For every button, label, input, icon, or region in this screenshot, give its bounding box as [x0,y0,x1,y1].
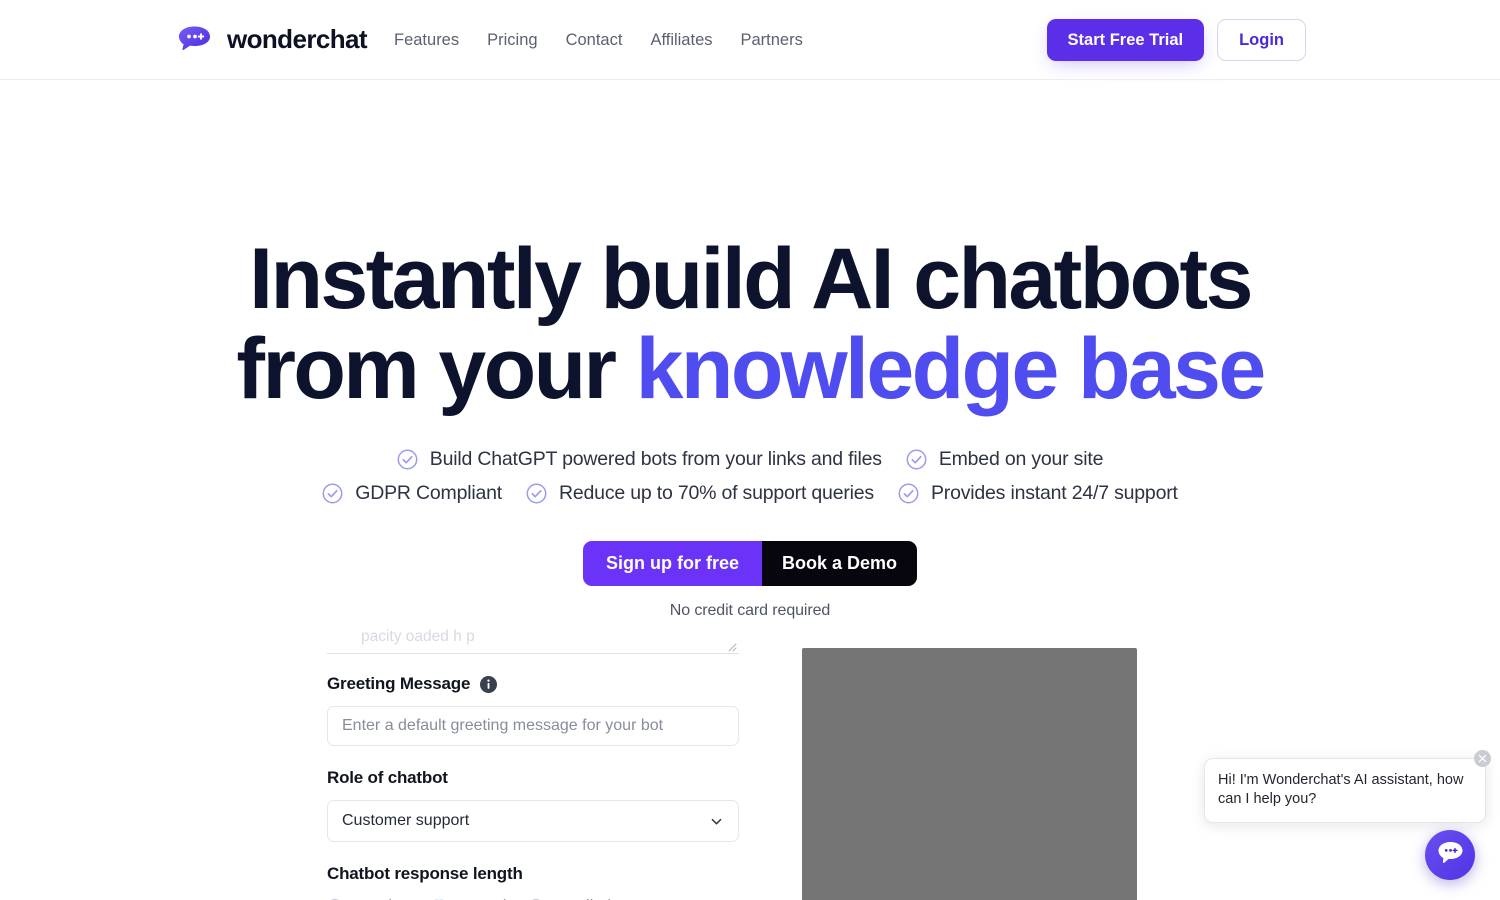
chevron-down-icon [709,814,724,829]
book-demo-button[interactable]: Book a Demo [761,541,918,586]
no-credit-card-note: No credit card required [669,602,831,619]
role-of-chatbot-label: Role of chatbot [327,768,448,787]
benefit-item: Reduce up to 70% of support queries [526,482,874,505]
info-icon[interactable] [480,675,498,693]
benefit-label: Provides instant 24/7 support [930,482,1178,504]
start-free-trial-button[interactable]: Start Free Trial [1046,19,1205,61]
chat-bubble-dots-icon [1437,841,1464,870]
benefit-label: Reduce up to 70% of support queries [559,482,874,504]
benefits-list: Build ChatGPT powered bots from your lin… [0,448,1500,505]
headline-accent: knowledge base [635,321,1267,417]
check-circle-icon [906,449,927,470]
landing-page: wonderchat Features Pricing Contact Affi… [0,0,1500,900]
benefit-label: GDPR Compliant [355,482,502,504]
chat-bubble-dots-icon [176,25,214,54]
response-length-label: Chatbot response length [327,864,523,883]
chat-greeting-text: Hi! I'm Wonderchat's AI assistant, how c… [1218,772,1464,807]
brand-name: wonderchat [227,24,368,54]
preview-panel: pacity oaded h p Greeting Message Enter … [327,626,1142,900]
brand-logo[interactable]: wonderchat [176,24,368,55]
nav-item-partners[interactable]: Partners [741,29,803,51]
check-circle-icon [898,483,919,504]
description-textarea[interactable]: pacity oaded h p [327,626,739,654]
greeting-message-label: Greeting Message [327,674,777,694]
nav-item-affiliates[interactable]: Affiliates [650,29,740,51]
chat-greeting-tooltip: Hi! I'm Wonderchat's AI assistant, how c… [1204,750,1491,823]
greeting-message-input[interactable]: Enter a default greeting message for you… [327,706,739,746]
hero-cta-group: Sign up for free Book a Demo [0,541,1500,586]
nav-item-features[interactable]: Features [394,29,487,51]
nav-item-contact[interactable]: Contact [566,29,651,51]
check-circle-icon [322,483,343,504]
check-circle-icon [397,449,418,470]
preview-media-placeholder [802,648,1137,900]
benefit-item: Provides instant 24/7 support [898,482,1178,505]
resize-handle-icon[interactable] [726,639,737,652]
header-actions: Start Free Trial Login [1046,19,1306,61]
textarea-ghost-text: pacity oaded h p [361,628,475,645]
hero-section: Instantly build AI chatbots from your kn… [0,80,1500,620]
benefit-item: GDPR Compliant [322,482,502,505]
page-title: Instantly build AI chatbots from your kn… [0,234,1500,414]
check-circle-icon [526,483,547,504]
benefit-label: Embed on your site [938,448,1104,470]
greeting-message-label-text: Greeting Message [327,674,471,693]
nav-item-pricing[interactable]: Pricing [487,29,565,51]
benefit-item: Build ChatGPT powered bots from your lin… [397,448,882,471]
role-of-chatbot-select[interactable]: Customer support [327,800,739,842]
chatbot-settings-form: pacity oaded h p Greeting Message Enter … [327,626,777,900]
chat-launcher-button[interactable] [1425,830,1475,880]
benefit-row: Build ChatGPT powered bots from your lin… [397,448,1103,471]
benefit-label: Build ChatGPT powered bots from your lin… [429,448,882,470]
main-navigation: Features Pricing Contact Affiliates Part… [394,29,803,51]
site-header: wonderchat Features Pricing Contact Affi… [0,0,1500,80]
login-button[interactable]: Login [1217,19,1306,61]
benefit-item: Embed on your site [906,448,1103,471]
greeting-message-placeholder: Enter a default greeting message for you… [342,717,664,734]
close-x-icon[interactable] [1474,750,1491,767]
sign-up-free-button[interactable]: Sign up for free [582,541,762,586]
benefit-row: GDPR Compliant Reduce up to 70% of suppo… [322,482,1178,505]
role-of-chatbot-value: Customer support [342,812,470,829]
